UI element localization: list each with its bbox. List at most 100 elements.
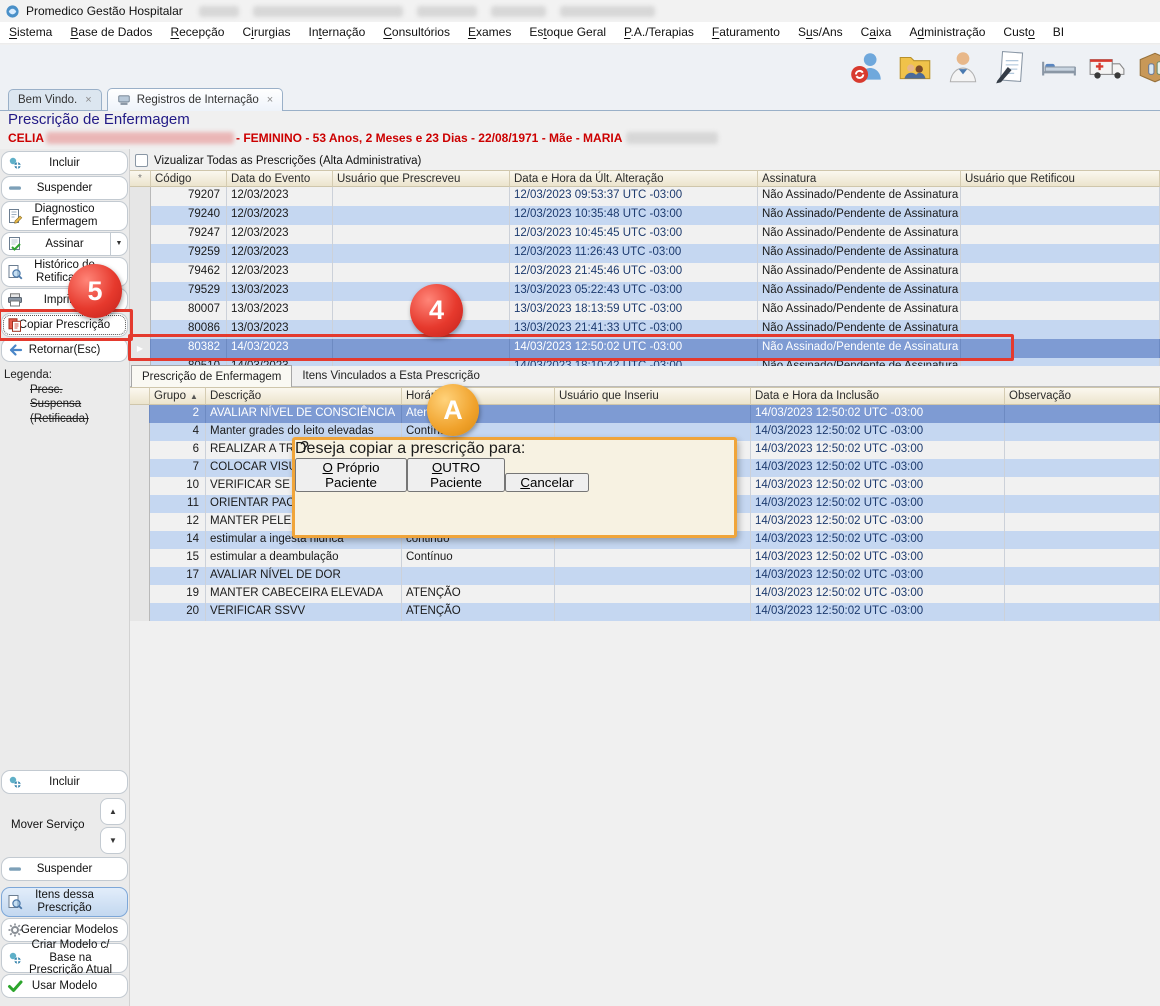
column-header-data-e-hora-da-inclusao[interactable]: Data e Hora da Inclusão — [751, 387, 1005, 405]
table-row[interactable]: 20VERIFICAR SSVVATENÇÃO14/03/2023 12:50:… — [130, 603, 1160, 621]
clinical-note-icon[interactable] — [992, 48, 1030, 86]
row-selector[interactable] — [130, 585, 150, 603]
retornar-button[interactable]: Retornar(Esc) — [1, 338, 128, 362]
column-header-assinatura[interactable]: Assinatura — [758, 170, 961, 187]
column-header-data-e-hora-da-ult-alteracao[interactable]: Data e Hora da Últ. Alteração — [510, 170, 758, 187]
column-header-usuario-que-retificou[interactable]: Usuário que Retificou — [961, 170, 1160, 187]
menu-item-internacao[interactable]: Internação — [300, 22, 375, 43]
tab-bem-vindo[interactable]: Bem Vindo. × — [8, 89, 102, 110]
menu-item-caixa[interactable]: Caixa — [852, 22, 901, 43]
row-selector[interactable] — [130, 405, 150, 423]
itens-dessa-prescricao-button[interactable]: Itens dessa Prescrição — [1, 887, 128, 917]
table-row[interactable]: 8008613/03/202313/03/2023 21:41:33 UTC -… — [130, 320, 1160, 339]
hospital-bed-icon[interactable] — [1040, 48, 1078, 86]
close-icon[interactable]: × — [267, 94, 273, 106]
assinar-dropdown[interactable]: ▼ — [110, 233, 127, 255]
menu-item-base-de-dados[interactable]: Base de Dados — [61, 22, 161, 43]
close-icon[interactable]: × — [85, 94, 91, 106]
doctor-icon[interactable] — [944, 48, 982, 86]
suspender-item-button[interactable]: Suspender — [1, 857, 128, 881]
usar-modelo-button[interactable]: Usar Modelo — [1, 974, 128, 998]
column-header-grupo[interactable]: Grupo▲ — [150, 387, 206, 405]
table-cell: 79240 — [151, 206, 227, 225]
menu-item-estoque-geral[interactable]: Estoque Geral — [520, 22, 615, 43]
outro-paciente-button[interactable]: OUTRO Paciente — [407, 458, 505, 492]
patients-folder-icon[interactable] — [896, 48, 934, 86]
table-cell — [961, 206, 1160, 225]
row-selector[interactable] — [130, 206, 151, 225]
suspender-button[interactable]: Suspender — [1, 176, 128, 200]
row-selector[interactable] — [130, 459, 150, 477]
table-cell — [961, 301, 1160, 320]
table-row[interactable]: 7924712/03/202312/03/2023 10:45:45 UTC -… — [130, 225, 1160, 244]
tab-prescricao-de-enfermagem[interactable]: Prescrição de Enfermagem — [131, 365, 292, 387]
row-selector[interactable] — [130, 549, 150, 567]
row-selector[interactable] — [130, 320, 151, 339]
assinar-button[interactable]: Assinar ▼ — [1, 232, 128, 256]
table-row[interactable]: 17AVALIAR NÍVEL DE DOR14/03/2023 12:50:0… — [130, 567, 1160, 585]
tab-itens-vinculados[interactable]: Itens Vinculados a Esta Prescrição — [292, 365, 490, 386]
move-up-button[interactable]: ▲ — [100, 798, 126, 825]
menu-item-cirurgias[interactable]: Cirurgias — [233, 22, 299, 43]
row-selector[interactable] — [130, 531, 150, 549]
column-header-horario[interactable]: Horário — [402, 387, 555, 405]
row-selector[interactable] — [130, 603, 150, 621]
row-selector[interactable] — [130, 567, 150, 585]
row-selector[interactable] — [130, 225, 151, 244]
row-selector[interactable] — [130, 423, 150, 441]
show-all-prescriptions-checkbox[interactable] — [135, 154, 148, 167]
column-header-observacao[interactable]: Observação — [1005, 387, 1160, 405]
column-header-data-do-evento[interactable]: Data do Evento — [227, 170, 333, 187]
ambulance-icon[interactable] — [1088, 48, 1126, 86]
table-cell: Contínuo — [402, 549, 555, 567]
table-row[interactable]: 7924012/03/202312/03/2023 10:35:48 UTC -… — [130, 206, 1160, 225]
column-header-codigo[interactable]: Código — [151, 170, 227, 187]
table-row[interactable]: 7920712/03/202312/03/2023 09:53:37 UTC -… — [130, 187, 1160, 206]
column-header-usuario-que-inseriu[interactable]: Usuário que Inseriu — [555, 387, 751, 405]
menu-item-sistema[interactable]: Sistema — [0, 22, 61, 43]
table-cell: Não Assinado/Pendente de Assinatura — [758, 206, 961, 225]
incluir-button[interactable]: Incluir — [1, 151, 128, 175]
menu-item-recepcao[interactable]: Recepção — [161, 22, 233, 43]
menu-item-bi[interactable]: BI — [1044, 22, 1073, 43]
menu-item-administracao[interactable]: Administração — [900, 22, 994, 43]
cancelar-button[interactable]: Cancelar — [505, 473, 589, 492]
table-cell — [961, 282, 1160, 301]
table-cell: 13/03/2023 — [227, 301, 333, 320]
menu-item-consultorios[interactable]: Consultórios — [374, 22, 459, 43]
copiar-prescricao-button[interactable]: Copiar Prescrição — [1, 313, 128, 337]
table-cell: 14/03/2023 12:50:02 UTC -03:00 — [751, 405, 1005, 423]
row-selector[interactable] — [130, 477, 150, 495]
pharmacy-box-icon[interactable] — [1136, 48, 1160, 86]
table-row[interactable]: 7946212/03/202312/03/2023 21:45:46 UTC -… — [130, 263, 1160, 282]
row-selector[interactable] — [130, 301, 151, 320]
row-selector[interactable] — [130, 263, 151, 282]
menu-item-p-a-terapias[interactable]: P.A./Terapias — [615, 22, 703, 43]
row-selector[interactable]: ▶ — [130, 339, 151, 358]
column-header-usuario-que-prescreveu[interactable]: Usuário que Prescreveu — [333, 170, 510, 187]
criar-modelo-button[interactable]: Criar Modelo c/ Base na Prescrição Atual — [1, 943, 128, 973]
move-down-button[interactable]: ▼ — [100, 827, 126, 854]
table-row[interactable]: 15estimular a deambulaçãoContínuo14/03/2… — [130, 549, 1160, 567]
table-row[interactable]: 7925912/03/202312/03/2023 11:26:43 UTC -… — [130, 244, 1160, 263]
table-row[interactable]: 8000713/03/202313/03/2023 18:13:59 UTC -… — [130, 301, 1160, 320]
diagnostico-enfermagem-button[interactable]: Diagnostico Enfermagem — [1, 201, 128, 231]
table-row[interactable]: 7952913/03/202313/03/2023 05:22:43 UTC -… — [130, 282, 1160, 301]
menu-item-faturamento[interactable]: Faturamento — [703, 22, 789, 43]
column-header-descricao[interactable]: Descrição — [206, 387, 402, 405]
row-selector[interactable] — [130, 244, 151, 263]
table-row[interactable]: 19MANTER CABECEIRA ELEVADAATENÇÃO14/03/2… — [130, 585, 1160, 603]
user-sync-icon[interactable] — [848, 48, 886, 86]
incluir-item-button[interactable]: Incluir — [1, 770, 128, 794]
row-selector[interactable] — [130, 441, 150, 459]
table-row[interactable]: 2AVALIAR NÍVEL DE CONSCIÊNCIAAtenção14/0… — [130, 405, 1160, 423]
row-selector[interactable] — [130, 282, 151, 301]
row-selector[interactable] — [130, 495, 150, 513]
tab-registros-de-internacao[interactable]: Registros de Internação × — [107, 88, 284, 111]
table-row[interactable]: ▶8038214/03/202314/03/2023 12:50:02 UTC … — [130, 339, 1160, 358]
row-selector[interactable] — [130, 187, 151, 206]
menu-item-exames[interactable]: Exames — [459, 22, 520, 43]
row-selector[interactable] — [130, 513, 150, 531]
menu-item-custo[interactable]: Custo — [994, 22, 1043, 43]
menu-item-sus-ans[interactable]: Sus/Ans — [789, 22, 852, 43]
